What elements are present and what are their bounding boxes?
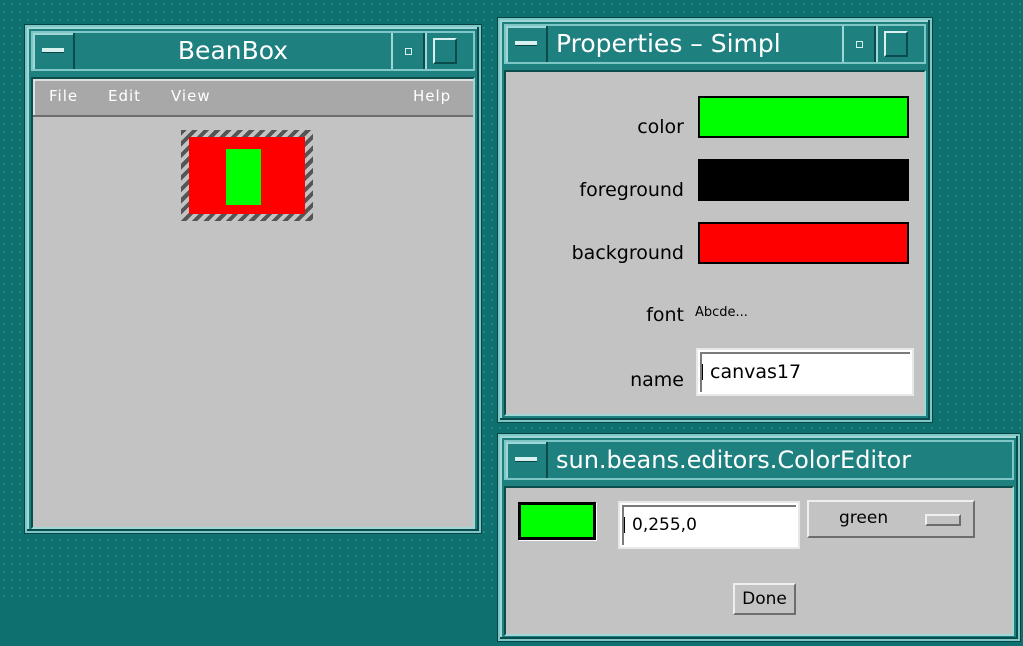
maximize-icon[interactable] xyxy=(876,26,912,62)
color-name-value: green xyxy=(839,508,889,528)
color-swatch[interactable] xyxy=(698,96,909,138)
font-label: font xyxy=(646,304,684,326)
menu-file[interactable]: File xyxy=(49,87,78,105)
color-editor-titlebar[interactable]: sun.beans.editors.ColorEditor xyxy=(504,440,1014,480)
name-label: name xyxy=(630,369,684,391)
menu-edit[interactable]: Edit xyxy=(108,87,141,105)
window-title: Properties – Simpl xyxy=(556,29,781,58)
foreground-label: foreground xyxy=(579,179,684,201)
color-label: color xyxy=(637,116,684,138)
window-title: BeanBox xyxy=(177,36,289,65)
properties-window[interactable]: Properties – Simpl color foreground back… xyxy=(498,18,932,422)
name-field[interactable]: canvas17 xyxy=(698,350,912,394)
background-swatch[interactable] xyxy=(698,222,909,264)
text-caret xyxy=(702,364,705,380)
font-value[interactable]: Abcde... xyxy=(695,305,748,320)
done-button[interactable]: Done xyxy=(733,583,796,615)
color-preview xyxy=(518,502,596,540)
chevron-down-icon xyxy=(925,514,961,526)
window-menu-icon[interactable] xyxy=(33,33,75,69)
color-name-choice[interactable]: green xyxy=(807,500,975,538)
color-editor-window[interactable]: sun.beans.editors.ColorEditor 0,255,0 gr… xyxy=(498,434,1020,641)
window-menu-icon[interactable] xyxy=(506,26,548,62)
selected-bean-border[interactable] xyxy=(181,130,313,221)
beanbox-client: File Edit View Help xyxy=(31,77,475,529)
menu-bar: File Edit View Help xyxy=(33,79,473,117)
name-field-value: canvas17 xyxy=(710,361,802,383)
beanbox-window[interactable]: BeanBox File Edit View Help xyxy=(25,25,481,533)
window-title: sun.beans.editors.ColorEditor xyxy=(556,446,912,474)
menu-help[interactable]: Help xyxy=(413,87,451,105)
window-menu-icon[interactable] xyxy=(506,442,548,478)
text-caret xyxy=(624,517,627,533)
rgb-field-value: 0,255,0 xyxy=(632,515,697,535)
rgb-field[interactable]: 0,255,0 xyxy=(620,503,798,547)
background-label: background xyxy=(571,242,684,264)
bean-canvas[interactable] xyxy=(189,137,305,214)
properties-titlebar[interactable]: Properties – Simpl xyxy=(504,24,926,64)
foreground-swatch[interactable] xyxy=(698,159,909,201)
beanbox-titlebar[interactable]: BeanBox xyxy=(31,31,475,71)
bean-inner-rect xyxy=(226,149,261,205)
menu-view[interactable]: View xyxy=(171,87,211,105)
properties-client: color foreground background font Abcde..… xyxy=(504,70,926,416)
maximize-icon[interactable] xyxy=(425,33,461,69)
color-editor-client: 0,255,0 green Done xyxy=(504,486,1014,636)
minimize-icon[interactable] xyxy=(842,26,876,62)
minimize-icon[interactable] xyxy=(391,33,425,69)
